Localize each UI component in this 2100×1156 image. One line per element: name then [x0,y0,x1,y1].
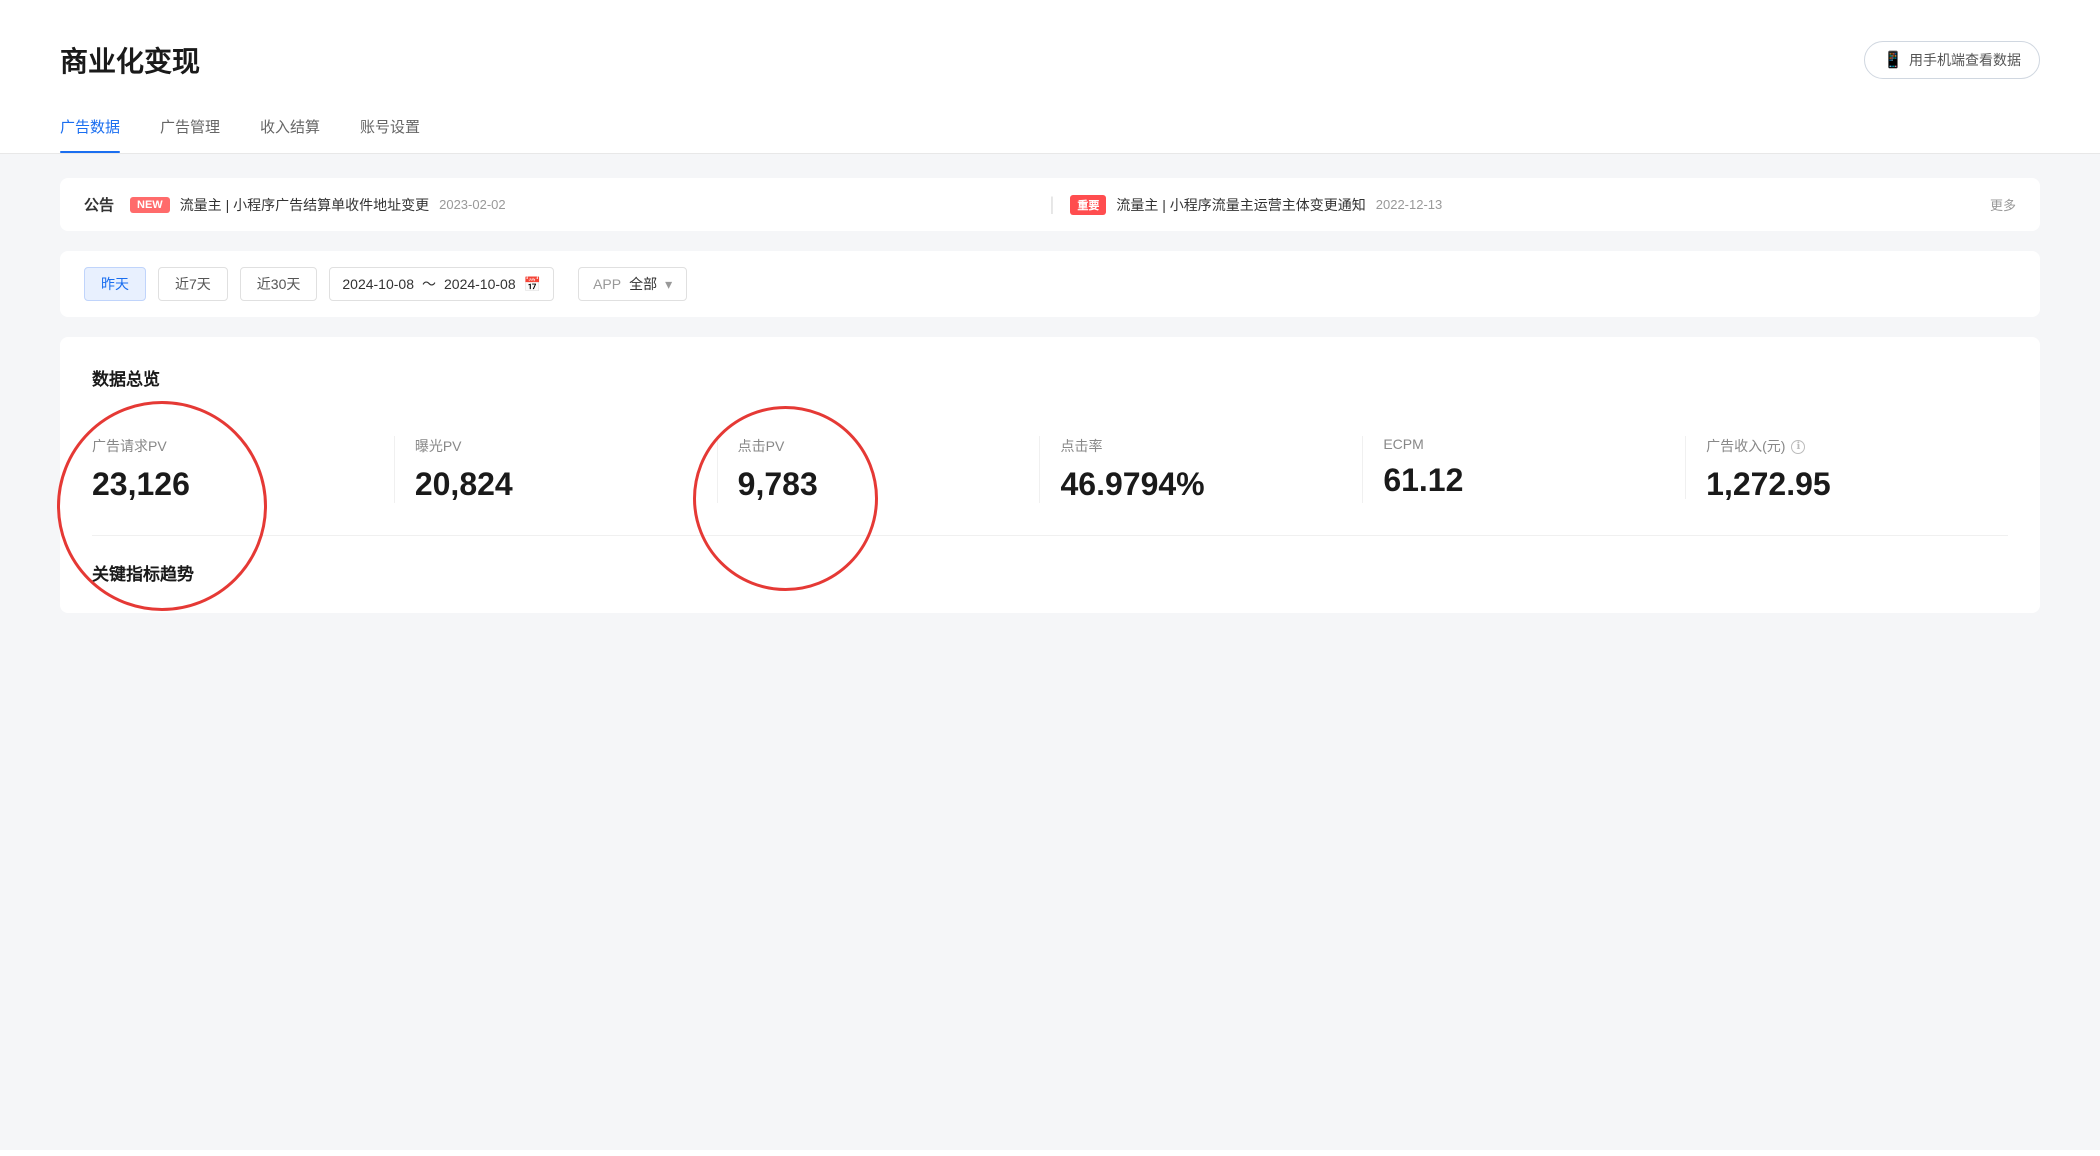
ann-divider: | [1050,194,1055,215]
metrics-wrapper: 广告请求PV 23,126 曝光PV 20,824 点击PV 9,783 [92,418,2008,503]
tab-account-settings[interactable]: 账号设置 [360,100,420,153]
data-panel: 数据总览 广告请求PV 23,126 曝光PV [60,337,2040,613]
metric-ad-revenue: 广告收入(元) ℹ 1,272.95 [1686,436,2008,503]
announcement-item-2: 重要 流量主 | 小程序流量主运营主体变更通知 2022-12-13 [1070,195,1974,215]
ann-text-1[interactable]: 流量主 | 小程序广告结算单收件地址变更 [180,195,429,215]
metric-ecpm: ECPM 61.12 [1363,436,1686,499]
data-overview-title: 数据总览 [92,365,2008,390]
metric-value-click-rate: 46.9794% [1060,466,1342,503]
metric-click-rate: 点击率 46.9794% [1040,436,1363,503]
metric-exposure-pv: 曝光PV 20,824 [395,436,718,503]
mobile-icon: 📱 [1883,50,1903,70]
header-area: 商业化变现 📱 用手机端查看数据 [0,0,2100,100]
date-range-separator: ～ [422,274,436,294]
tabs-bar: 广告数据 广告管理 收入结算 账号设置 [0,100,2100,154]
page-title: 商业化变现 [60,40,200,80]
announcement-bar: 公告 NEW 流量主 | 小程序广告结算单收件地址变更 2023-02-02 |… [60,178,2040,231]
ann-date-1: 2023-02-02 [439,197,506,212]
mobile-view-button[interactable]: 📱 用手机端查看数据 [1864,41,2040,79]
date-from: 2024-10-08 [342,276,414,292]
badge-important: 重要 [1070,195,1106,215]
ann-text-2[interactable]: 流量主 | 小程序流量主运营主体变更通知 [1116,195,1365,215]
tab-revenue-settlement[interactable]: 收入结算 [260,100,320,153]
metric-label-ad-revenue: 广告收入(元) ℹ [1706,436,1988,456]
badge-new: NEW [130,197,170,213]
btn-30days[interactable]: 近30天 [240,267,318,301]
metric-value-exposure-pv: 20,824 [415,466,697,503]
metric-label-ecpm: ECPM [1383,436,1665,452]
announcement-label: 公告 [84,194,114,215]
announcement-item-1: NEW 流量主 | 小程序广告结算单收件地址变更 2023-02-02 [130,195,1034,215]
metric-label-ad-request-pv: 广告请求PV [92,436,374,456]
metrics-row: 广告请求PV 23,126 曝光PV 20,824 点击PV 9,783 [92,436,2008,503]
ann-date-2: 2022-12-13 [1376,197,1443,212]
tab-ad-data[interactable]: 广告数据 [60,100,120,153]
btn-yesterday[interactable]: 昨天 [84,267,146,301]
btn-7days[interactable]: 近7天 [158,267,228,301]
app-selector[interactable]: APP 全部 ▾ [578,267,687,301]
mobile-btn-label: 用手机端查看数据 [1909,50,2021,70]
metric-label-exposure-pv: 曝光PV [415,436,697,456]
metric-ad-request-pv: 广告请求PV 23,126 [92,436,395,503]
tab-ad-management[interactable]: 广告管理 [160,100,220,153]
metric-label-click-pv: 点击PV [738,436,1020,456]
date-to: 2024-10-08 [444,276,516,292]
key-metrics-title: 关键指标趋势 [92,535,2008,585]
metric-click-pv: 点击PV 9,783 [718,436,1041,503]
calendar-icon: 📅 [524,276,541,293]
chevron-down-icon: ▾ [665,276,672,293]
metric-value-ecpm: 61.12 [1383,462,1665,499]
metric-value-ad-request-pv: 23,126 [92,466,374,503]
page-container: 商业化变现 📱 用手机端查看数据 广告数据 广告管理 收入结算 账号设置 公告 … [0,0,2100,1156]
app-label: APP [593,276,621,292]
app-value: 全部 [629,274,657,294]
content-area: 公告 NEW 流量主 | 小程序广告结算单收件地址变更 2023-02-02 |… [0,154,2100,1150]
info-icon[interactable]: ℹ [1791,440,1805,454]
metric-value-click-pv: 9,783 [738,466,1020,503]
filter-bar: 昨天 近7天 近30天 2024-10-08 ～ 2024-10-08 📅 AP… [60,251,2040,317]
metric-value-ad-revenue: 1,272.95 [1706,466,1988,503]
date-range-picker[interactable]: 2024-10-08 ～ 2024-10-08 📅 [329,267,554,301]
more-link[interactable]: 更多 [1990,195,2016,214]
metric-label-click-rate: 点击率 [1060,436,1342,456]
